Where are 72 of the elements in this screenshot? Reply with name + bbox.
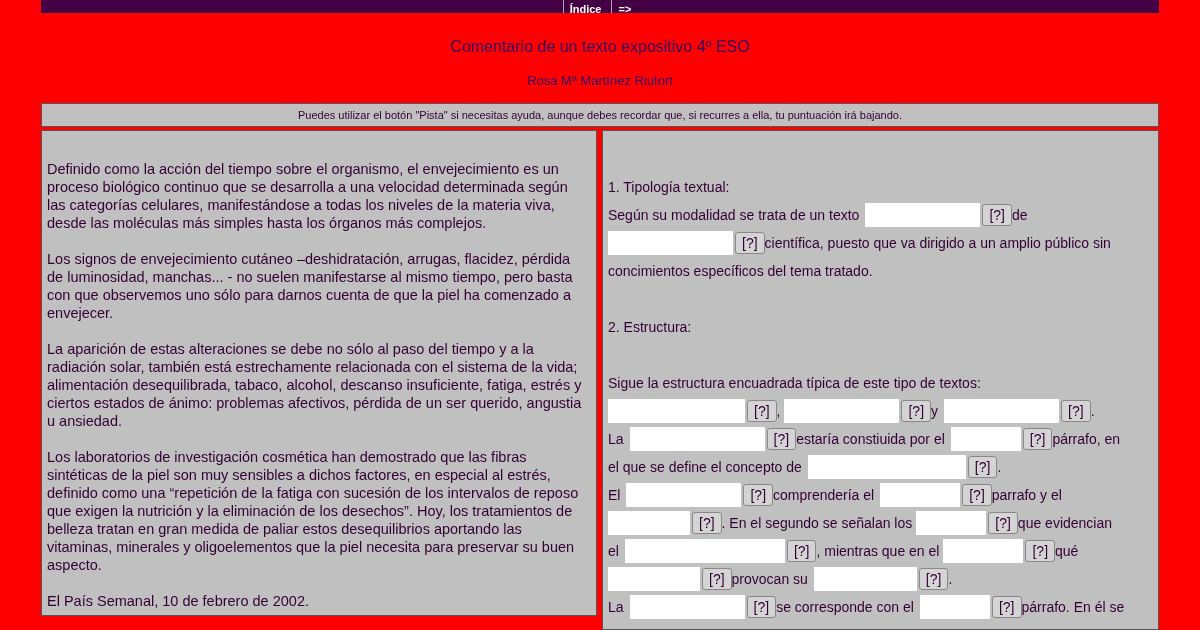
exercise-text: .	[997, 457, 1002, 477]
exercise-text: ,	[776, 401, 781, 421]
answer-field[interactable]	[880, 483, 961, 507]
hint-button[interactable]: [?]	[746, 596, 777, 618]
section-heading: 2. Estructura:	[608, 317, 692, 337]
exercise-text: La	[608, 597, 624, 617]
exercise-text: .	[948, 569, 953, 589]
hint-button[interactable]: [?]	[901, 400, 932, 422]
exercise-text: qué	[1055, 541, 1079, 561]
exercise-text: se corresponde con el	[776, 597, 914, 617]
hint-button[interactable]: [?]	[988, 512, 1018, 534]
exercise-text: y	[931, 401, 939, 421]
answer-field[interactable]	[950, 427, 1021, 451]
answer-field[interactable]	[608, 511, 690, 535]
exercise-text: científica, puesto que va dirigido a un amplio público sin	[764, 233, 1111, 253]
answer-field[interactable]	[608, 567, 700, 591]
answer-field[interactable]	[629, 595, 745, 619]
exercise-text: párrafo, en	[1052, 429, 1121, 449]
hint-button[interactable]: [?]	[692, 512, 722, 534]
exercise-text: La	[608, 429, 624, 449]
hint-button[interactable]: [?]	[1025, 540, 1056, 562]
exercise-text: . En el segundo se señalan los	[721, 513, 913, 533]
exercise-text: Sigue la estructura encuadrada típica de este tipo de textos:	[608, 373, 981, 393]
exercise-text: de	[1012, 205, 1028, 225]
hint-button[interactable]: [?]	[967, 456, 998, 478]
hint-button[interactable]: [?]	[735, 232, 765, 254]
exercise-text: que evidencian	[1017, 513, 1113, 533]
reading-paragraph: Definido como la acción del tiempo sobre el organismo, el envejecimiento es un proceso biológico continuo que se desarrolla a una velocidad determinada según las categorías celulares, manifestándose a todas los niveles de la materia viva, desde las moléculas más simples hasta los órganos más complejos.	[47, 160, 569, 232]
answer-field[interactable]	[916, 511, 987, 535]
author-name: Rosa Mª Martínez Riutort	[527, 72, 673, 90]
exercise-text: Según su modalidad se trata de un texto	[608, 205, 860, 225]
hint-button[interactable]: [?]	[982, 204, 1012, 226]
hint-button[interactable]: [?]	[702, 568, 732, 590]
answer-field[interactable]	[807, 455, 966, 479]
answer-field[interactable]	[919, 595, 990, 619]
exercise-text: , mientras que en el	[816, 541, 940, 561]
answer-field[interactable]	[626, 483, 742, 507]
answer-field[interactable]	[629, 427, 765, 451]
hint-button[interactable]: [?]	[962, 484, 992, 506]
answer-field[interactable]	[608, 399, 745, 423]
exercise-text: El	[608, 485, 621, 505]
exercise-text: el que se define el concepto de	[608, 457, 802, 477]
answer-field[interactable]	[944, 399, 1060, 423]
reading-paragraph: El País Semanal, 10 de febrero de 2002.	[47, 592, 310, 610]
hint-button[interactable]: [?]	[786, 540, 817, 562]
hint-button[interactable]: [?]	[918, 568, 949, 590]
exercise-text: concimientos específicos del tema tratado.	[608, 261, 873, 281]
section-heading: 1. Tipología textual:	[608, 177, 730, 197]
exercise-text: el	[608, 541, 619, 561]
hint-button[interactable]: [?]	[1061, 400, 1091, 422]
exercise-text: párrafo. En él se	[1021, 597, 1125, 617]
reading-paragraph: Los signos de envejecimiento cutáneo –deshidratación, arrugas, flacidez, pérdida de luminosidad, manchas... - no suelen manifestarse al mismo tiempo, pero basta con que observemos uno sólo para darnos cuenta de que la piel ha comenzado a envejecer.	[47, 250, 574, 322]
hint-button[interactable]: [?]	[766, 428, 797, 450]
answer-field[interactable]	[813, 567, 917, 591]
page-title: Comentario de un texto expositivo 4º ESO	[450, 37, 750, 57]
answer-field[interactable]	[608, 231, 733, 255]
exercise-text: provocan su	[731, 569, 808, 589]
reading-paragraph: La aparición de estas alteraciones se debe no sólo al paso del tiempo y a la radiación solar, también está estrechamente relacionada con el sistema de la vida; alimentación desequilibrada, tabaco, alcohol, descanso insuficiente, fatiga, estrés y ciertos estados de ánimo: problemas afectivos, pérdida de un ser querido, angustia u ansiedad.	[47, 340, 583, 430]
answer-field[interactable]	[624, 539, 785, 563]
exercise-text: comprendería el	[773, 485, 875, 505]
hint-button[interactable]: [?]	[747, 400, 777, 422]
answer-field[interactable]	[865, 203, 981, 227]
hint-button[interactable]: [?]	[991, 596, 1022, 618]
answer-field[interactable]	[943, 539, 1024, 563]
reading-paragraph: Los laboratorios de investigación cosmética han demostrado que las fibras sintéticas de la piel son muy sensibles a dichos factores, en especial al estrés, definido como una “repetición de la fatiga con sucesión de los intervalos de reposo que exigen la nutrición y la eliminación de los desechos”. Hoy, los tratamientos de belleza tratan en gran medida de paliar estos desequilibrios aportando las vitaminas, minerales y oligoelementos que la piel necesita para preservar su buen aspecto.	[47, 448, 580, 574]
notice-bar: Puedes utilizar el botón "Pista" si necesitas ayuda, aunque debes recordar que, si recurres a ella, tu puntuación irá bajando.	[41, 102, 1159, 127]
hint-button[interactable]: [?]	[1022, 428, 1053, 450]
exercise-text: parrafo y el	[991, 485, 1062, 505]
exercise-text: .	[1090, 401, 1095, 421]
exercise-text: estaría constiuida por el	[796, 429, 945, 449]
hint-button[interactable]: [?]	[743, 484, 774, 506]
answer-field[interactable]	[784, 399, 900, 423]
